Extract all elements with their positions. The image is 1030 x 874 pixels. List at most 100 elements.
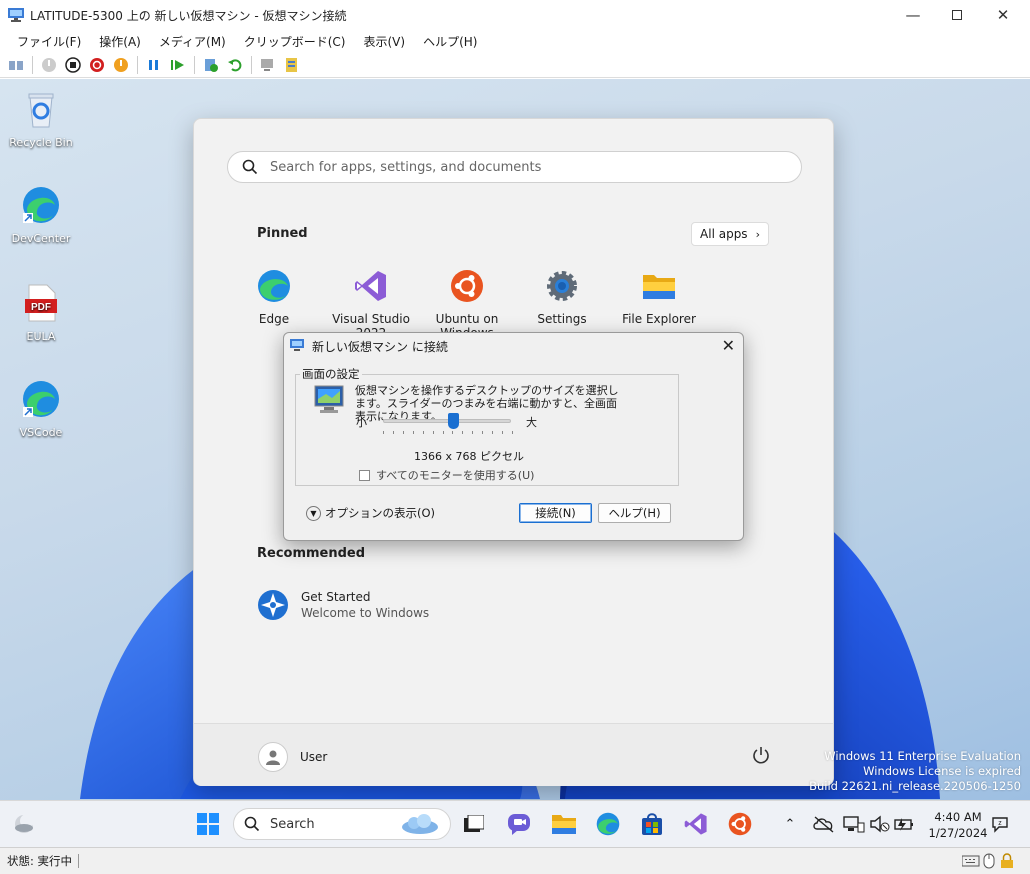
visual-studio-icon (684, 813, 707, 835)
pdf-icon: PDF (25, 284, 57, 322)
watermark-line: Windows 11 Enterprise Evaluation (824, 749, 1021, 763)
recommended-heading: Recommended (257, 546, 366, 561)
turn-off-button[interactable] (63, 55, 83, 75)
store-taskbar-button[interactable] (638, 810, 666, 838)
shutdown-button[interactable] (87, 55, 107, 75)
ubuntu-icon (451, 270, 483, 302)
menu-clipboard[interactable]: クリップボード(C) (244, 33, 346, 50)
checkbox-box (359, 469, 370, 481)
display-settings-description: 仮想マシンを操作するデスクトップのサイズを選択します。スライダーのつまみを右端に… (355, 384, 619, 423)
network-button[interactable] (840, 810, 868, 838)
ctrl-alt-del-button[interactable] (6, 55, 26, 75)
battery-charging-icon (894, 818, 913, 831)
menu-media[interactable]: メディア(M) (159, 33, 226, 50)
folder-icon (552, 815, 576, 834)
close-icon: ✕ (721, 336, 735, 355)
task-view-button[interactable] (460, 810, 488, 838)
all-monitors-checkbox[interactable]: すべてのモニターを使用する(U) (359, 467, 534, 483)
share-button[interactable] (282, 55, 302, 75)
all-apps-button[interactable]: All apps › (691, 222, 769, 246)
slider-min-label: 小 (356, 416, 367, 429)
search-icon (244, 816, 260, 832)
onedrive-button[interactable] (810, 810, 838, 838)
visual-studio-icon (355, 271, 386, 301)
menu-file[interactable]: ファイル(F) (17, 33, 81, 50)
visual-studio-taskbar-button[interactable] (682, 810, 710, 838)
help-button[interactable]: ヘルプ(H) (598, 503, 671, 523)
get-started-icon (258, 590, 288, 620)
start-button[interactable] (39, 55, 59, 75)
revert-button[interactable] (225, 55, 245, 75)
show-hidden-icons-button[interactable]: ⌃ (776, 810, 804, 838)
vm-connect-icon (8, 8, 24, 22)
desktop-icon-vscode[interactable]: VSCode (6, 379, 76, 439)
save-button[interactable] (111, 55, 131, 75)
menu-help[interactable]: ヘルプ(H) (423, 33, 477, 50)
resume-button[interactable] (168, 55, 188, 75)
revert-icon (228, 58, 242, 71)
onedrive-offline-icon (813, 816, 834, 833)
app-label: Settings (537, 312, 587, 326)
edge-icon (258, 270, 290, 302)
taskbar-search-input[interactable]: Search (233, 808, 451, 840)
chat-button[interactable] (505, 810, 533, 838)
weather-widget[interactable] (10, 810, 38, 838)
menu-view[interactable]: 表示(V) (364, 33, 406, 50)
taskbar-search-label: Search (270, 816, 315, 832)
edge-icon (23, 381, 59, 417)
window-title: LATITUDE-5300 上の 新しい仮想マシン - 仮想マシン接続 (30, 8, 347, 23)
lock-icon (1001, 853, 1013, 868)
pinned-app-visual-studio[interactable]: Visual Studio 2022 (323, 269, 419, 335)
maximize-button[interactable] (934, 0, 980, 30)
checkpoint-button[interactable] (201, 55, 221, 75)
connect-button[interactable]: 接続(N) (519, 503, 592, 523)
folder-icon (643, 275, 675, 299)
close-button[interactable]: ✕ (980, 0, 1026, 30)
pinned-heading: Pinned (257, 226, 308, 241)
pinned-app-file-explorer[interactable]: File Explorer (611, 269, 707, 335)
pinned-app-edge[interactable]: Edge (226, 269, 322, 335)
save-state-icon (114, 57, 128, 72)
enhanced-session-button[interactable] (258, 55, 278, 75)
turn-off-icon (65, 56, 81, 73)
ubuntu-taskbar-button[interactable] (726, 810, 754, 838)
edge-icon (23, 187, 59, 223)
maximize-icon (952, 10, 962, 20)
vm-connect-icon (290, 339, 304, 351)
show-options-toggle[interactable]: ▼ オプションの表示(O) (306, 505, 435, 521)
menu-action[interactable]: 操作(A) (99, 33, 141, 50)
start-search-input[interactable]: Search for apps, settings, and documents (227, 151, 802, 183)
user-account-button[interactable]: User (258, 742, 327, 772)
edge-taskbar-button[interactable] (594, 810, 622, 838)
windows-logo-icon (197, 813, 219, 835)
chevron-up-icon: ⌃ (784, 816, 796, 832)
user-icon (266, 750, 280, 765)
desktop-icon-eula[interactable]: PDF EULA (6, 283, 76, 343)
power-button[interactable] (752, 746, 770, 767)
keyboard-icon (962, 855, 980, 867)
notifications-button[interactable]: z (986, 810, 1014, 838)
pinned-app-ubuntu[interactable]: Ubuntu on Windows (419, 269, 515, 335)
resume-icon (171, 59, 184, 70)
status-bar: 状態: 実行中 (0, 847, 1030, 874)
minimize-button[interactable]: — (890, 0, 936, 30)
desktop-icon-devcenter[interactable]: DevCenter (6, 185, 76, 245)
desktop-icon-recycle-bin[interactable]: Recycle Bin (6, 89, 76, 149)
dialog-close-button[interactable]: ✕ (722, 336, 735, 355)
resolution-slider-thumb[interactable] (447, 413, 459, 429)
title-bar: LATITUDE-5300 上の 新しい仮想マシン - 仮想マシン接続 (0, 0, 1030, 30)
battery-button[interactable] (890, 810, 918, 838)
user-name: User (300, 750, 328, 764)
file-explorer-taskbar-button[interactable] (550, 810, 578, 838)
pause-button[interactable] (144, 55, 164, 75)
pinned-app-settings[interactable]: Settings (514, 269, 610, 335)
recommended-item-get-started[interactable]: Get Started Welcome to Windows (257, 589, 429, 621)
start-button[interactable] (194, 810, 222, 838)
mouse-icon (983, 853, 995, 869)
resolution-readout: 1366 x 768 ピクセル (414, 450, 524, 463)
app-label: Edge (258, 312, 290, 326)
all-monitors-label: すべてのモニターを使用する(U) (376, 469, 535, 482)
monitor-icon (314, 385, 344, 413)
desktop-icon-label: VSCode (19, 426, 63, 439)
shutdown-icon (90, 57, 104, 72)
